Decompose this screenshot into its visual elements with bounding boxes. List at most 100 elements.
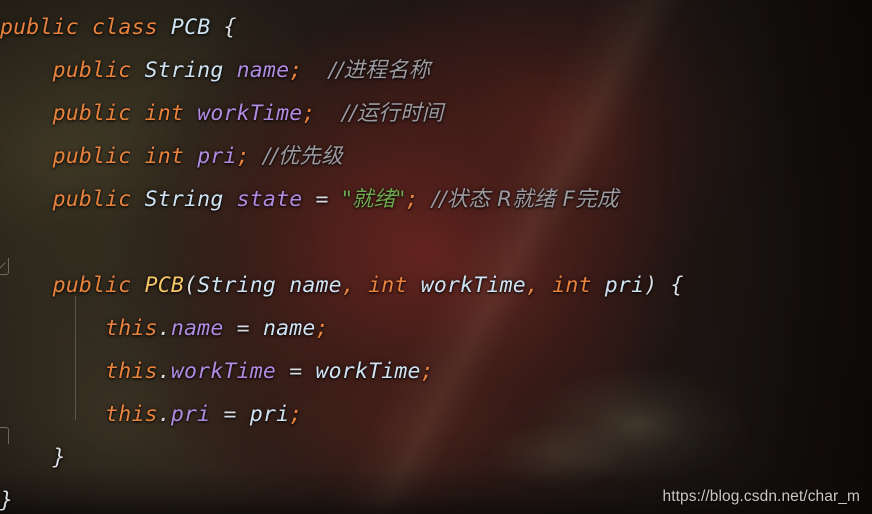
code-token-punct: . [157,359,171,384]
code-token-punct: = [289,359,303,384]
code-token-field: workTime [197,101,303,126]
code-token-punct [276,273,289,298]
code-line: public String name; //进程名称 [0,49,872,92]
code-area[interactable]: public class PCB { public String name; /… [0,0,872,514]
code-token-punct [158,15,171,40]
code-token-punct: = [223,402,237,427]
code-token-type: String [144,187,224,212]
code-token-semi: ; [289,402,303,427]
code-line: public int workTime; //运行时间 [0,92,872,135]
code-token-punct: = [315,187,329,212]
code-token-punct: ) [644,273,658,298]
code-token-punct [0,58,53,83]
code-token-field: state [236,187,303,212]
code-token-kw: this [105,359,158,384]
code-token-punct: } [0,488,14,513]
code-token-punct [0,273,53,298]
code-token-type: pri [249,402,290,427]
code-line: public PCB(String name, int workTime, in… [0,264,872,307]
code-token-punct [223,316,236,341]
code-token-punct [419,187,432,212]
code-token-punct [0,359,105,384]
code-token-method: PCB [144,273,185,298]
code-token-punct [250,316,263,341]
code-token-punct: . [157,316,171,341]
code-token-punct [0,316,105,341]
code-token-comment: //状态 R就绪 F完成 [431,187,619,212]
code-token-kw: this [105,316,158,341]
code-token-type: PCB [170,15,211,40]
watermark-url: https://blog.csdn.net/char_m [662,488,860,505]
code-token-type: name [289,273,342,298]
code-token-punct [0,187,53,212]
code-token-kw: int [144,101,185,126]
code-token-type: workTime [420,273,526,298]
code-token-punct [0,144,53,169]
code-token-kw: public [52,144,132,169]
code-token-kw: public [52,187,132,212]
code-token-punct [0,445,53,470]
code-token-punct [329,187,342,212]
code-token-punct [131,58,144,83]
code-token-field: workTime [170,359,277,384]
code-token-kw: public [0,15,79,40]
code-token-comment: //运行时间 [341,101,444,126]
code-token-punct [184,144,197,169]
code-token-field: name [170,316,224,341]
code-token-semi: ; [302,101,316,126]
code-token-kw: int [552,273,592,298]
code-line: public String state = "就绪"; //状态 R就绪 F完成 [0,178,872,221]
code-token-kw: public [52,101,132,126]
code-token-comment: //进程名称 [328,58,431,83]
code-editor-screenshot: public class PCB { public String name; /… [0,0,872,514]
code-token-punct [79,15,92,40]
code-token-field: pri [197,144,237,169]
code-token-semi: , [341,273,355,298]
code-token-punct [131,144,144,169]
code-token-punct [0,402,105,427]
code-token-punct [592,273,605,298]
code-token-semi: ; [420,359,434,384]
code-token-punct [302,187,315,212]
code-line: this.name = name; [0,307,872,350]
code-token-type: String [144,58,224,83]
code-token-punct [316,101,342,126]
code-token-punct: } [52,445,66,470]
code-line: this.pri = pri; [0,393,872,436]
code-token-punct [210,15,223,40]
code-token-punct [223,58,236,83]
code-token-type: String [197,273,277,298]
code-token-punct: { [223,15,237,40]
code-token-punct [131,101,144,126]
code-token-punct [131,273,144,298]
code-token-punct [302,359,315,384]
code-token-kw: int [144,144,185,169]
code-token-punct: { [670,273,684,298]
code-token-punct [539,273,552,298]
code-token-kw: public [52,58,132,83]
code-token-punct [250,144,263,169]
code-token-semi: ; [236,144,250,169]
code-token-type: workTime [315,359,421,384]
code-token-kw: this [105,402,158,427]
code-token-punct: ( [184,273,198,298]
code-token-punct [355,273,368,298]
code-token-type: pri [604,273,645,298]
code-token-punct [0,101,53,126]
code-token-string: "就绪" [341,187,406,212]
code-token-kw: class [92,15,158,40]
code-line: public class PCB { [0,6,872,49]
code-token-punct [408,273,421,298]
code-token-kw: int [368,273,408,298]
code-token-semi: ; [289,58,303,83]
code-token-field: pri [170,402,211,427]
code-token-punct [223,187,236,212]
code-line: public int pri; //优先级 [0,135,872,178]
code-token-field: name [236,58,290,83]
code-token-punct: . [157,402,171,427]
code-token-semi: ; [405,187,419,212]
code-line: } [0,436,872,479]
code-token-kw: public [52,273,132,298]
code-token-semi: ; [315,316,329,341]
